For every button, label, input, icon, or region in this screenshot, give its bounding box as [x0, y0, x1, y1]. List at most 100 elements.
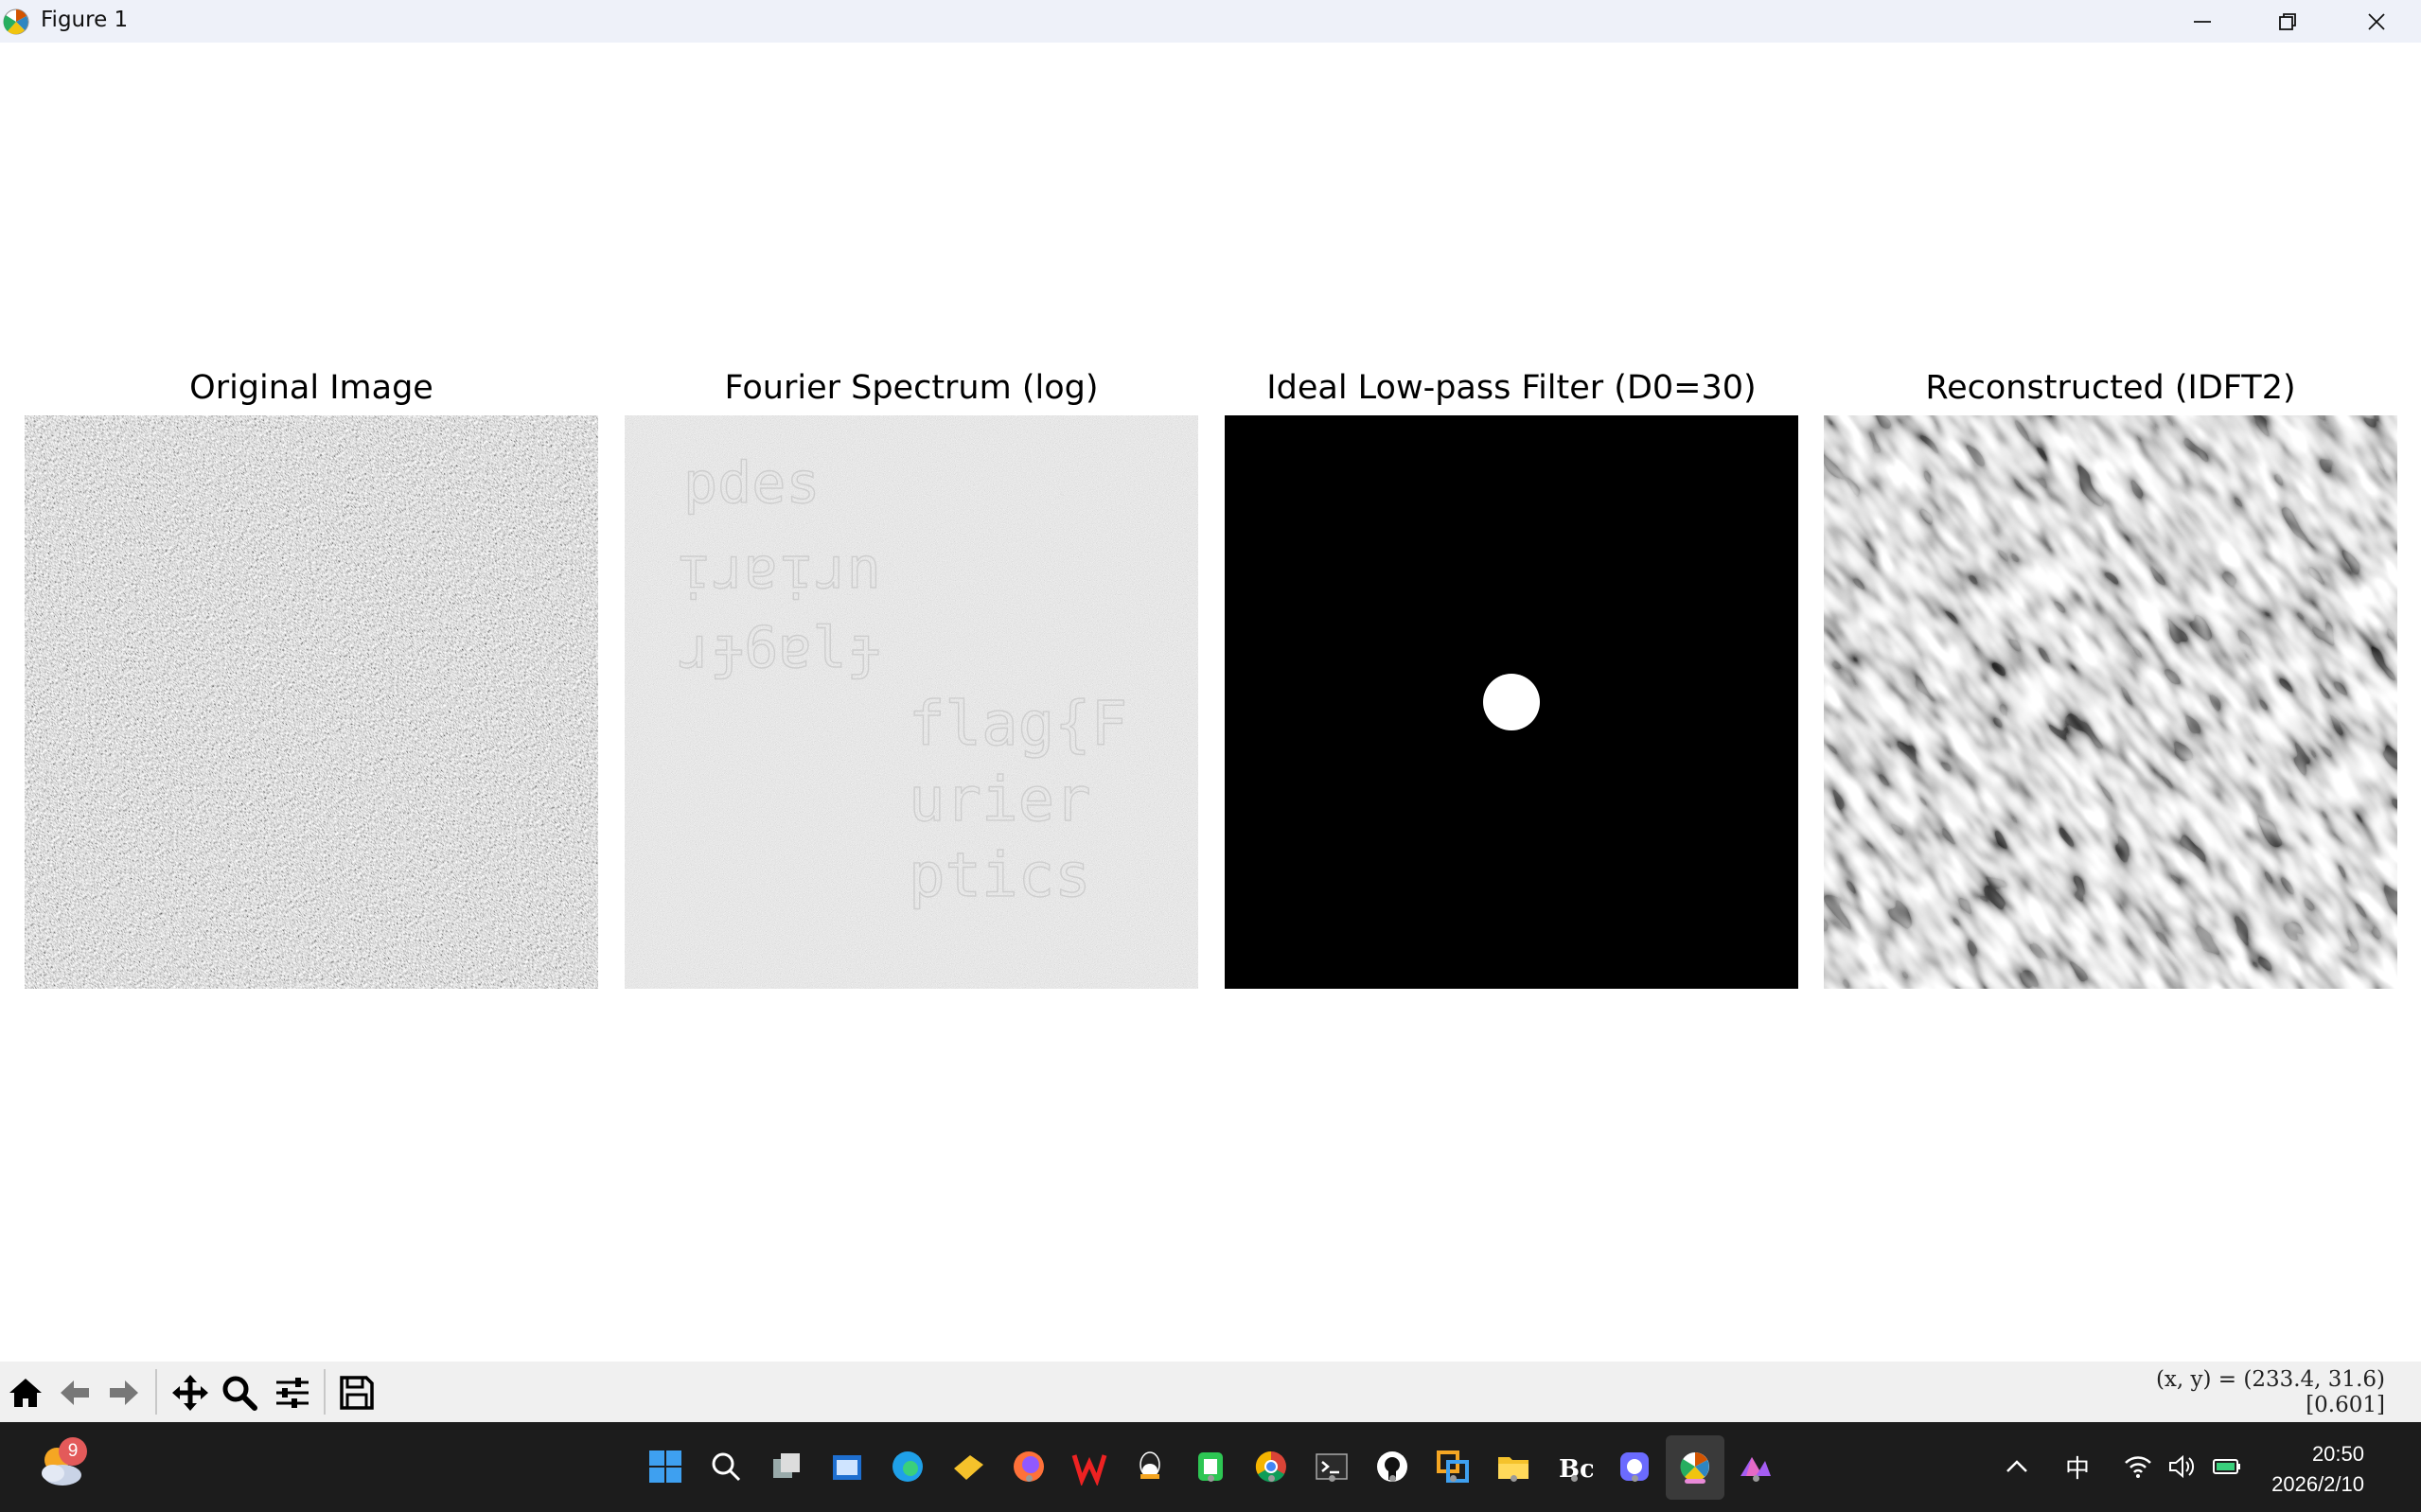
running-indicator	[1511, 1475, 1517, 1482]
running-indicator	[1026, 1475, 1033, 1482]
panel-title-reconstructed: Reconstructed (IDFT2)	[1925, 369, 2296, 407]
notes-icon	[954, 1455, 983, 1480]
taskbar-app-terminal[interactable]	[1308, 1443, 1355, 1490]
close-button[interactable]	[2334, 0, 2419, 43]
running-indicator	[1753, 1475, 1759, 1482]
running-indicator	[1632, 1475, 1638, 1482]
pan-icon	[172, 1375, 208, 1411]
minimize-button[interactable]	[2160, 0, 2245, 43]
spectrum-faint-text-1: flag{F	[909, 690, 1127, 760]
search-icon	[712, 1452, 741, 1482]
pixel-value-readout: [0.601]	[2306, 1393, 2385, 1417]
ime-indicator[interactable]: 中	[2059, 1449, 2095, 1485]
wifi-button[interactable]	[2120, 1449, 2156, 1485]
chevron-up-icon	[2006, 1460, 2027, 1472]
forward-icon	[110, 1380, 138, 1405]
filter-mask-axes[interactable]	[1225, 415, 1798, 989]
taskbar-app-chrome[interactable]	[1247, 1443, 1295, 1490]
spectrum-faint-text-4: pdes	[683, 450, 821, 517]
running-indicator	[1208, 1475, 1214, 1482]
taskbar-app-notes[interactable]	[945, 1443, 992, 1490]
restore-button[interactable]	[2245, 0, 2330, 43]
minimize-icon	[2194, 20, 2211, 23]
taskbar-search-button[interactable]	[702, 1443, 750, 1490]
start-button[interactable]	[642, 1443, 689, 1490]
taskbar-app-phone[interactable]	[1187, 1443, 1234, 1490]
pan-button[interactable]	[168, 1371, 212, 1415]
toolbar-separator	[324, 1369, 326, 1415]
cursor-coordinates: (x, y) = (233.4, 31.6) [0.601]	[2156, 1367, 2385, 1418]
figure-canvas[interactable]: Original Image Fourier Spectrum (log) Id…	[0, 43, 2421, 1362]
running-indicator	[1450, 1475, 1457, 1482]
edge-icon	[892, 1451, 923, 1482]
toolbar-separator	[155, 1369, 157, 1415]
wps-icon	[1071, 1454, 1107, 1486]
configure-subplots-icon	[276, 1378, 309, 1408]
save-icon	[340, 1376, 374, 1410]
windows-start-icon	[649, 1450, 681, 1483]
forward-button[interactable]	[102, 1371, 146, 1415]
running-indicator	[1268, 1475, 1275, 1482]
active-indicator	[1685, 1479, 1705, 1484]
taskbar-app-qq[interactable]	[1126, 1443, 1174, 1490]
taskbar-app-github[interactable]	[1369, 1443, 1416, 1490]
panel-title-original: Original Image	[189, 369, 433, 407]
taskbar: 9 Bc 中 20:50 2026/2/10	[0, 1422, 2421, 1512]
spectrum-faint-text-2: urier	[909, 765, 1091, 835]
zoom-icon	[222, 1376, 257, 1411]
save-button[interactable]	[335, 1371, 379, 1415]
volume-button[interactable]	[2164, 1449, 2200, 1485]
original-image	[25, 415, 598, 989]
wifi-icon	[2125, 1456, 2151, 1478]
panel-title-filter: Ideal Low-pass Filter (D0=30)	[1266, 369, 1757, 407]
fourier-spectrum-image: flag{F urier ptics pdes ᴉɹɐᴉɹn ɹɟ6ɐlɟ	[625, 415, 1198, 989]
taskbar-app-wps[interactable]	[1066, 1443, 1113, 1490]
window-title: Figure 1	[41, 8, 129, 32]
system-clock[interactable]: 20:50 2026/2/10	[2271, 1439, 2364, 1500]
taskbar-app-generic[interactable]	[1611, 1443, 1658, 1490]
back-button[interactable]	[53, 1371, 97, 1415]
coord-readout: (x, y) = (233.4, 31.6)	[2155, 1367, 2385, 1392]
taskbar-app-store[interactable]	[823, 1443, 871, 1490]
taskbar-app-edge[interactable]	[884, 1443, 931, 1490]
taskbar-app-file-explorer[interactable]	[1490, 1443, 1537, 1490]
taskbar-app-matlab[interactable]	[1732, 1443, 1779, 1490]
close-icon	[2368, 12, 2385, 30]
configure-subplots-button[interactable]	[271, 1371, 314, 1415]
running-indicator	[1389, 1475, 1396, 1482]
filter-mask-image	[1225, 415, 1798, 989]
qq-icon	[1140, 1451, 1160, 1479]
navigation-toolbar: (x, y) = (233.4, 31.6) [0.601]	[0, 1362, 2421, 1422]
taskbar-app-remote[interactable]	[1429, 1443, 1476, 1490]
original-image-axes[interactable]	[25, 415, 598, 989]
clock-time: 20:50	[2311, 1442, 2364, 1466]
taskbar-app-matplotlib-active[interactable]	[1666, 1435, 1724, 1500]
spectrum-faint-text-6: ɹɟ6ɐlɟ	[676, 615, 881, 681]
task-view-button[interactable]	[763, 1443, 810, 1490]
task-view-icon	[773, 1453, 800, 1478]
panel-title-spectrum: Fourier Spectrum (log)	[724, 369, 1099, 407]
zoom-button[interactable]	[218, 1371, 261, 1415]
home-icon	[9, 1379, 42, 1407]
store-icon	[833, 1455, 861, 1480]
restore-icon	[2279, 12, 2296, 30]
matplotlib-app-icon	[3, 9, 29, 35]
spectrum-faint-text-3: ptics	[909, 841, 1091, 911]
reconstructed-image	[1824, 415, 2397, 989]
taskbar-app-firefox[interactable]	[1005, 1443, 1052, 1490]
battery-button[interactable]	[2209, 1449, 2245, 1485]
battery-icon	[2213, 1459, 2240, 1474]
running-indicator	[1571, 1475, 1578, 1482]
running-indicator	[1329, 1475, 1335, 1482]
fourier-spectrum-axes[interactable]: flag{F urier ptics pdes ᴉɹɐᴉɹn ɹɟ6ɐlɟ	[625, 415, 1198, 989]
weather-badge: 9	[59, 1437, 87, 1466]
taskbar-app-bc[interactable]: Bc	[1550, 1443, 1598, 1490]
tray-overflow-button[interactable]	[1999, 1449, 2035, 1485]
back-icon	[61, 1380, 89, 1405]
reconstructed-axes[interactable]	[1824, 415, 2397, 989]
filter-pass-disc	[1483, 674, 1540, 730]
volume-icon	[2169, 1454, 2195, 1479]
clock-date: 2026/2/10	[2271, 1472, 2364, 1496]
home-button[interactable]	[4, 1371, 47, 1415]
spectrum-faint-text-5: ᴉɹɐᴉɹn	[676, 536, 881, 602]
